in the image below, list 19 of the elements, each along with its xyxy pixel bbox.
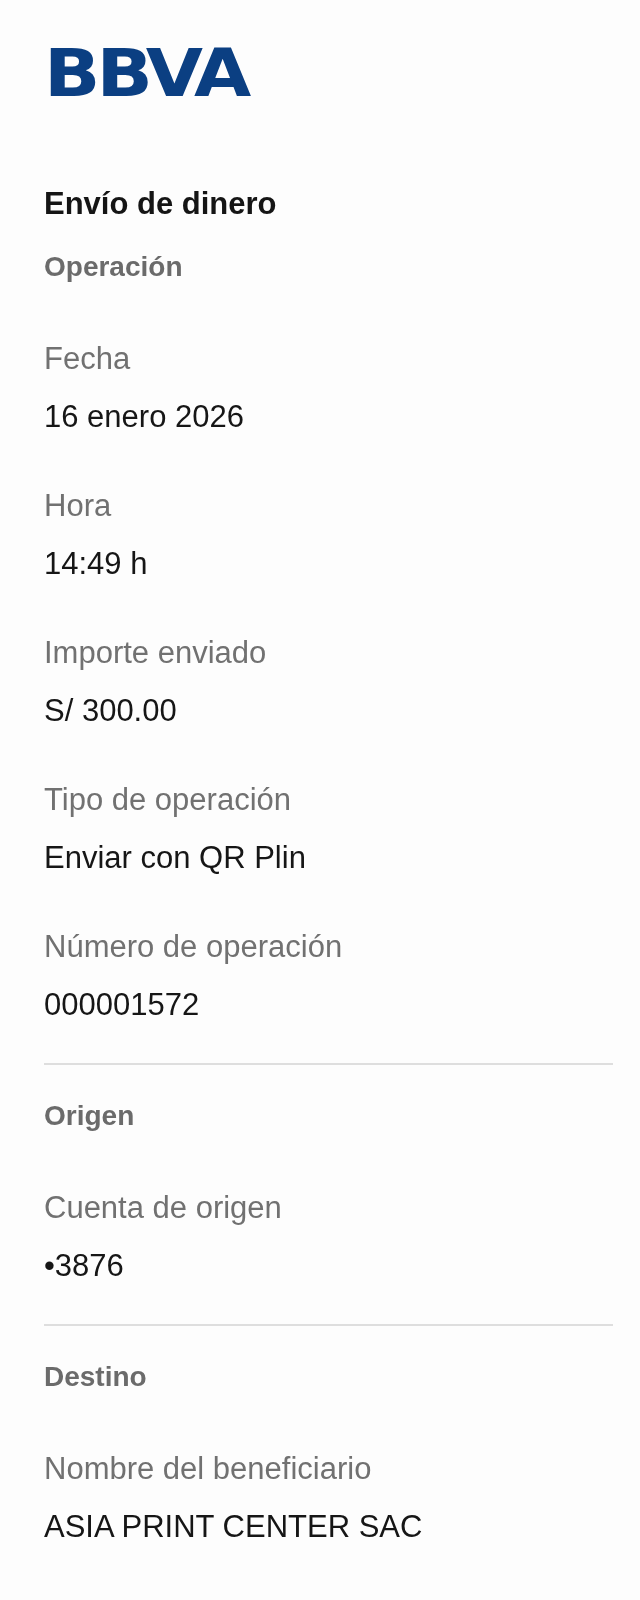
field-value: Enviar con QR Plin xyxy=(44,839,307,877)
field-label: Número de operación xyxy=(44,928,344,966)
field-value: 14:49 h xyxy=(44,545,149,583)
field-label: Hora xyxy=(44,487,113,525)
field-value: S/ 300.00 xyxy=(44,692,178,730)
field-value: 16 enero 2026 xyxy=(44,398,245,436)
page-title: Envío de dinero xyxy=(44,185,278,223)
section-heading: Destino xyxy=(44,1360,148,1394)
field-value: 000001572 xyxy=(44,986,201,1024)
field-label: Importe enviado xyxy=(44,634,268,672)
field-label: Fecha xyxy=(44,340,132,378)
bank-logo: BBVA xyxy=(44,39,248,107)
field-value: ASIA PRINT CENTER SAC xyxy=(44,1508,424,1546)
section-heading: Origen xyxy=(44,1099,136,1133)
field-label: Cuenta de origen xyxy=(44,1189,283,1227)
field-label: Nombre del beneficiario xyxy=(44,1450,373,1488)
section-heading: Operación xyxy=(44,250,184,284)
field-value: •3876 xyxy=(44,1247,125,1285)
field-label: Tipo de operación xyxy=(44,781,293,819)
